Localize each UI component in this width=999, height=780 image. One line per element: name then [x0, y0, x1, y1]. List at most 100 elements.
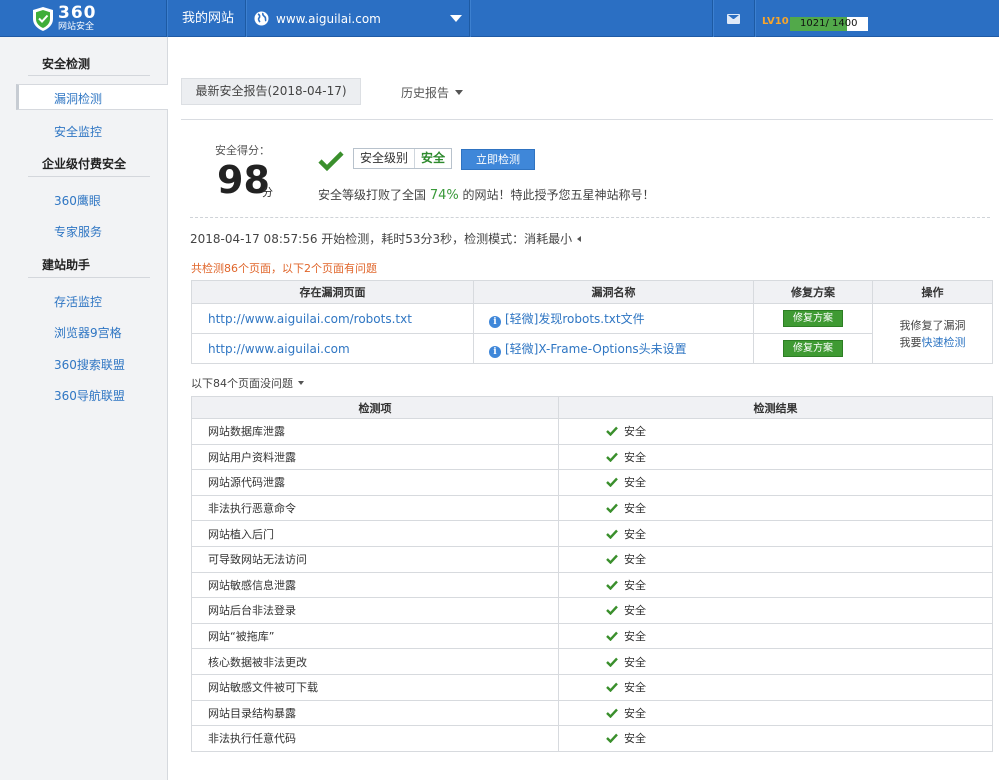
checkmark-icon	[606, 554, 618, 565]
column-header: 检测结果	[558, 396, 993, 419]
check-item: 网站敏感信息泄露	[191, 571, 559, 599]
security-level-value: 安全	[415, 149, 452, 168]
score-unit: 分	[262, 186, 273, 199]
fix-cell: 修复方案	[753, 303, 873, 334]
check-result: 安全	[558, 673, 993, 701]
checkmark-icon	[606, 631, 618, 642]
column-header: 检测项	[191, 396, 559, 419]
divider	[28, 277, 150, 278]
site-selector[interactable]: www.aiguilai.com	[254, 0, 464, 37]
check-result: 安全	[558, 648, 993, 675]
check-item: 网站植入后门	[191, 520, 559, 547]
check-result: 安全	[558, 443, 993, 471]
check-result-text: 安全	[624, 553, 646, 567]
check-result: 安全	[558, 545, 993, 573]
vuln-name-text: [轻微]X-Frame-Options头未设置	[505, 341, 687, 356]
check-result: 安全	[558, 494, 993, 522]
table-row: 网站数据库泄露 安全	[191, 418, 993, 445]
logo-subtitle: 网站安全	[58, 22, 95, 32]
sidebar-item-eagle-eye[interactable]: 360鹰眼	[54, 192, 101, 209]
table-row: http://www.aiguilai.com i [轻微]X-Frame-Opt…	[191, 333, 993, 364]
checkmark-icon	[606, 478, 618, 488]
rank-percent: 74%	[429, 188, 459, 203]
vuln-page-url[interactable]: http://www.aiguilai.com	[191, 333, 474, 364]
rank-suffix: 的网站！特此授予您五星神站称号！	[458, 188, 655, 202]
check-result-text: 安全	[624, 681, 646, 695]
security-level-badge: 安全级别 安全	[353, 148, 453, 169]
check-result: 安全	[558, 597, 993, 624]
sidebar-item-search-union[interactable]: 360搜索联盟	[54, 356, 125, 373]
top-bar: 360 网站安全 我的网站 www.aiguilai.com LV10 1021…	[0, 0, 999, 37]
info-icon: i	[489, 345, 501, 358]
vuln-name-text: [轻微]发现robots.txt文件	[505, 311, 645, 326]
checkmark-icon	[606, 452, 618, 463]
sidebar-item-expert-service[interactable]: 专家服务	[54, 223, 102, 240]
column-header: 操作	[872, 280, 993, 304]
check-result-text: 安全	[624, 476, 646, 490]
check-result-text: 安全	[624, 527, 646, 541]
vuln-page-url[interactable]: http://www.aiguilai.com/robots.txt	[191, 303, 474, 334]
sidebar-section-enterprise: 企业级付费安全	[42, 157, 127, 171]
check-result: 安全	[558, 418, 993, 445]
site-domain: www.aiguilai.com	[276, 11, 381, 26]
table-row: 网站目录结构暴露 安全	[191, 699, 993, 727]
check-result-text: 安全	[624, 425, 646, 439]
check-result-text: 安全	[624, 706, 646, 720]
tab-latest-report[interactable]: 最新安全报告(2018-04-17)	[181, 78, 361, 105]
quick-detect-link[interactable]: 快速检测	[922, 336, 966, 349]
logo-title: 360	[58, 3, 97, 23]
chevron-down-icon	[298, 381, 304, 385]
logo[interactable]: 360 网站安全	[0, 0, 165, 37]
table-row: 网站敏感文件被可下载 安全	[191, 673, 993, 701]
check-item: 非法执行任意代码	[191, 725, 559, 752]
divider	[190, 217, 990, 218]
operation-cell: 我修复了漏洞 我要快速检测	[872, 303, 993, 364]
fix-plan-button[interactable]: 修复方案	[783, 340, 843, 357]
table-row: 网站源代码泄露 安全	[191, 469, 993, 496]
column-header: 存在漏洞页面	[191, 280, 474, 304]
sidebar-item-vuln-check[interactable]: 漏洞检测	[54, 90, 102, 107]
table-row: 网站后台非法登录 安全	[191, 597, 993, 624]
column-header: 修复方案	[753, 280, 873, 304]
vulnerability-table: 存在漏洞页面 漏洞名称 修复方案 操作 http://www.aiguilai.…	[191, 280, 993, 364]
vuln-name[interactable]: i [轻微]X-Frame-Options头未设置	[473, 333, 754, 364]
divider	[754, 0, 755, 37]
divider	[469, 0, 470, 37]
check-result: 安全	[558, 571, 993, 599]
check-item: 网站“被拖库”	[191, 622, 559, 650]
check-item: 网站用户资料泄露	[191, 443, 559, 471]
sidebar-item-browser-grid[interactable]: 浏览器9宫格	[54, 324, 122, 341]
scan-info-text: 2018-04-17 08:57:56 开始检测，耗时53分3秒，检测模式：消耗…	[190, 232, 573, 246]
fix-cell: 修复方案	[753, 333, 873, 364]
no-problem-label: 以下84个页面没问题	[191, 377, 293, 390]
xp-text: 1021/ 1400	[800, 18, 858, 29]
mail-icon[interactable]	[727, 14, 740, 24]
checkmark-icon	[318, 151, 344, 172]
checkmark-icon	[606, 606, 618, 616]
table-row: http://www.aiguilai.com/robots.txt i [轻微]…	[191, 303, 993, 364]
check-item: 网站后台非法登录	[191, 597, 559, 624]
fix-plan-button[interactable]: 修复方案	[783, 310, 843, 327]
detect-now-button[interactable]: 立即检测	[461, 149, 535, 170]
no-problem-toggle[interactable]: 以下84个页面没问题	[191, 375, 304, 391]
check-result-table: 检测项 检测结果 网站数据库泄露 安全 网站用户资料泄露 安全 网站源代码泄露 安全 非法执…	[191, 396, 993, 752]
table-row: 非法执行恶意命令 安全	[191, 494, 993, 522]
checkmark-icon	[606, 503, 618, 514]
sidebar-item-uptime-monitor[interactable]: 存活监控	[54, 293, 102, 310]
checkmark-icon	[606, 682, 618, 693]
chevron-left-icon[interactable]	[577, 236, 582, 242]
check-result: 安全	[558, 469, 993, 496]
vuln-name[interactable]: i [轻微]发现robots.txt文件	[473, 303, 754, 334]
checkmark-icon	[606, 734, 618, 744]
checkmark-icon	[606, 529, 618, 539]
my-site-link[interactable]: 我的网站	[182, 0, 234, 37]
op-prefix: 我要	[899, 335, 922, 349]
table-row: 网站敏感信息泄露 安全	[191, 571, 993, 599]
scan-info: 2018-04-17 08:57:56 开始检测，耗时53分3秒，检测模式：消耗…	[190, 230, 582, 247]
tab-history-report[interactable]: 历史报告	[401, 84, 464, 101]
sidebar-item-nav-union[interactable]: 360导航联盟	[54, 387, 125, 404]
sidebar-item-security-monitor[interactable]: 安全监控	[54, 123, 102, 140]
security-level-key: 安全级别	[354, 149, 416, 168]
check-result: 安全	[558, 699, 993, 727]
user-level: LV10	[762, 16, 789, 27]
